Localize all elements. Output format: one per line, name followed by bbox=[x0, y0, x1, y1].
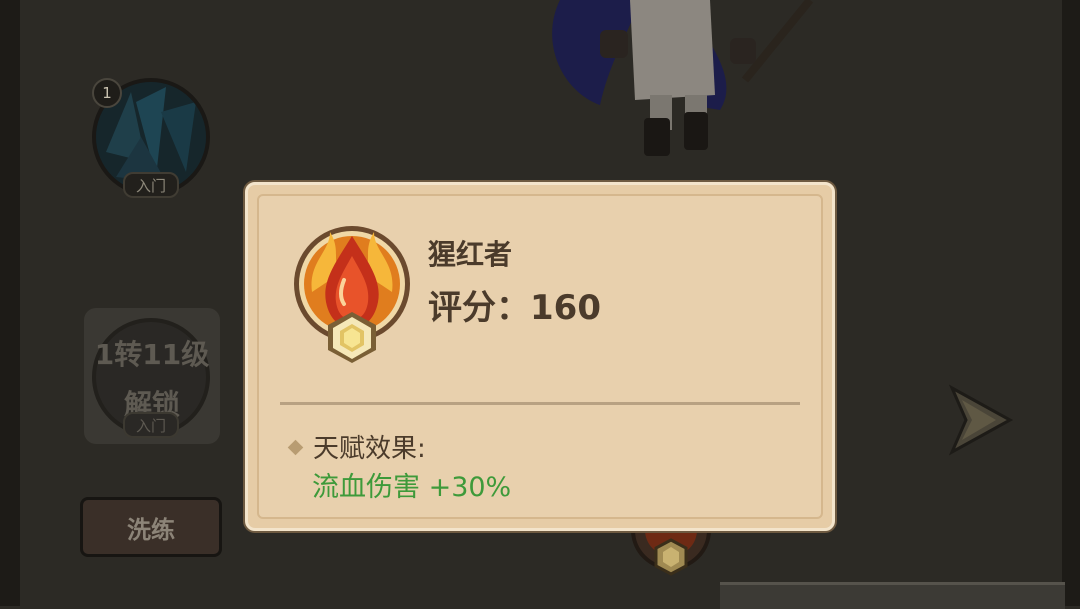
flame-drop-icon bbox=[294, 226, 410, 363]
slot-level-tag: 入门 bbox=[123, 172, 179, 198]
refine-button[interactable]: 洗练 bbox=[80, 497, 222, 557]
bottom-panel-edge bbox=[720, 582, 1065, 609]
score-label: 评分： bbox=[428, 288, 530, 328]
talent-score: 评分：160 bbox=[428, 280, 601, 329]
right-frame bbox=[1062, 0, 1080, 606]
unlock-requirement: 1转11级 bbox=[94, 338, 210, 371]
talent-name: 猩红者 bbox=[428, 238, 513, 271]
diamond-bullet-icon bbox=[287, 439, 304, 456]
talent-effect-value: 流血伤害 +30% bbox=[312, 472, 512, 503]
left-frame bbox=[0, 0, 20, 606]
popup-divider bbox=[280, 402, 800, 405]
right-arrow-icon[interactable] bbox=[948, 384, 1014, 456]
talent-effect-label: 天赋效果: bbox=[286, 428, 426, 465]
hero-character bbox=[552, 0, 814, 156]
score-value: 160 bbox=[530, 288, 601, 328]
slot-number-badge: 1 bbox=[92, 78, 122, 108]
locked-slot-tag: 入门 bbox=[123, 412, 179, 438]
effect-label-text: 天赋效果: bbox=[313, 434, 426, 464]
